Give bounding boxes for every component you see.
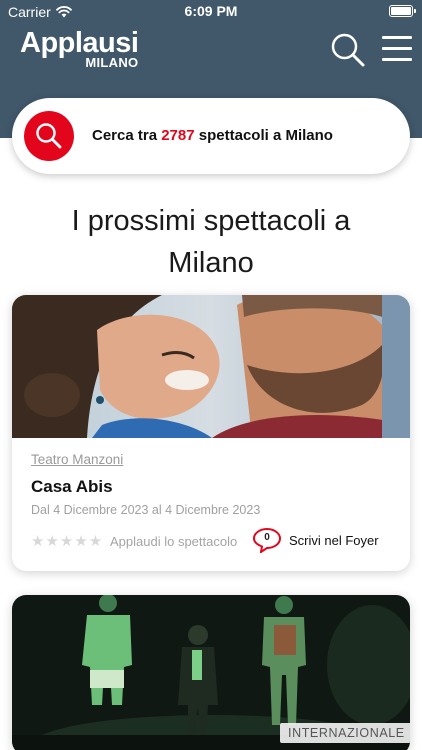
- card-actions: ★★★★★ Applaudi lo spettacolo 0 Scrivi ne…: [31, 527, 391, 553]
- search-prompt-prefix: Cerca tra: [92, 127, 162, 144]
- show-dates: Dal 4 Dicembre 2023 al 4 Dicembre 2023: [31, 503, 261, 517]
- status-time: 6:09 PM: [184, 3, 238, 19]
- venue-link[interactable]: Teatro Manzoni: [31, 452, 391, 467]
- shows-count: 2787: [161, 127, 195, 144]
- menu-line: [382, 58, 412, 61]
- search-button[interactable]: [24, 111, 74, 161]
- comments-count: 0: [264, 532, 270, 543]
- logo-city: MILANO: [85, 55, 139, 70]
- app-logo[interactable]: Applausi MILANO: [20, 27, 139, 70]
- show-image[interactable]: [12, 295, 410, 438]
- category-tag: INTERNAZIONALE: [280, 723, 410, 743]
- search-icon: [36, 123, 62, 149]
- status-bar: Carrier 6:09 PM: [0, 0, 422, 24]
- search-bar[interactable]: Cerca tra 2787 spettacoli a Milano: [12, 98, 410, 174]
- battery-icon: [389, 5, 416, 17]
- show-photo: [12, 295, 410, 438]
- write-foyer-link[interactable]: Scrivi nel Foyer: [289, 533, 379, 548]
- header-search-button[interactable]: [330, 32, 366, 68]
- show-title[interactable]: Casa Abis: [31, 477, 391, 497]
- search-prompt-suffix: spettacoli a Milano: [194, 127, 333, 144]
- hamburger-menu-button[interactable]: [382, 36, 412, 62]
- logo-wordmark: Applausi: [20, 27, 139, 59]
- show-card[interactable]: INTERNAZIONALE: [12, 595, 410, 750]
- show-card[interactable]: Teatro Manzoni Casa Abis Dal 4 Dicembre …: [12, 295, 410, 571]
- rate-show-label[interactable]: Applaudi lo spettacolo: [110, 534, 237, 549]
- section-title: I prossimi spettacoli a Milano: [71, 205, 351, 279]
- star-rating[interactable]: ★★★★★: [31, 532, 103, 550]
- search-icon: [331, 33, 365, 67]
- menu-line: [382, 47, 412, 50]
- search-prompt: Cerca tra 2787 spettacoli a Milano: [92, 127, 333, 144]
- menu-line: [382, 36, 412, 39]
